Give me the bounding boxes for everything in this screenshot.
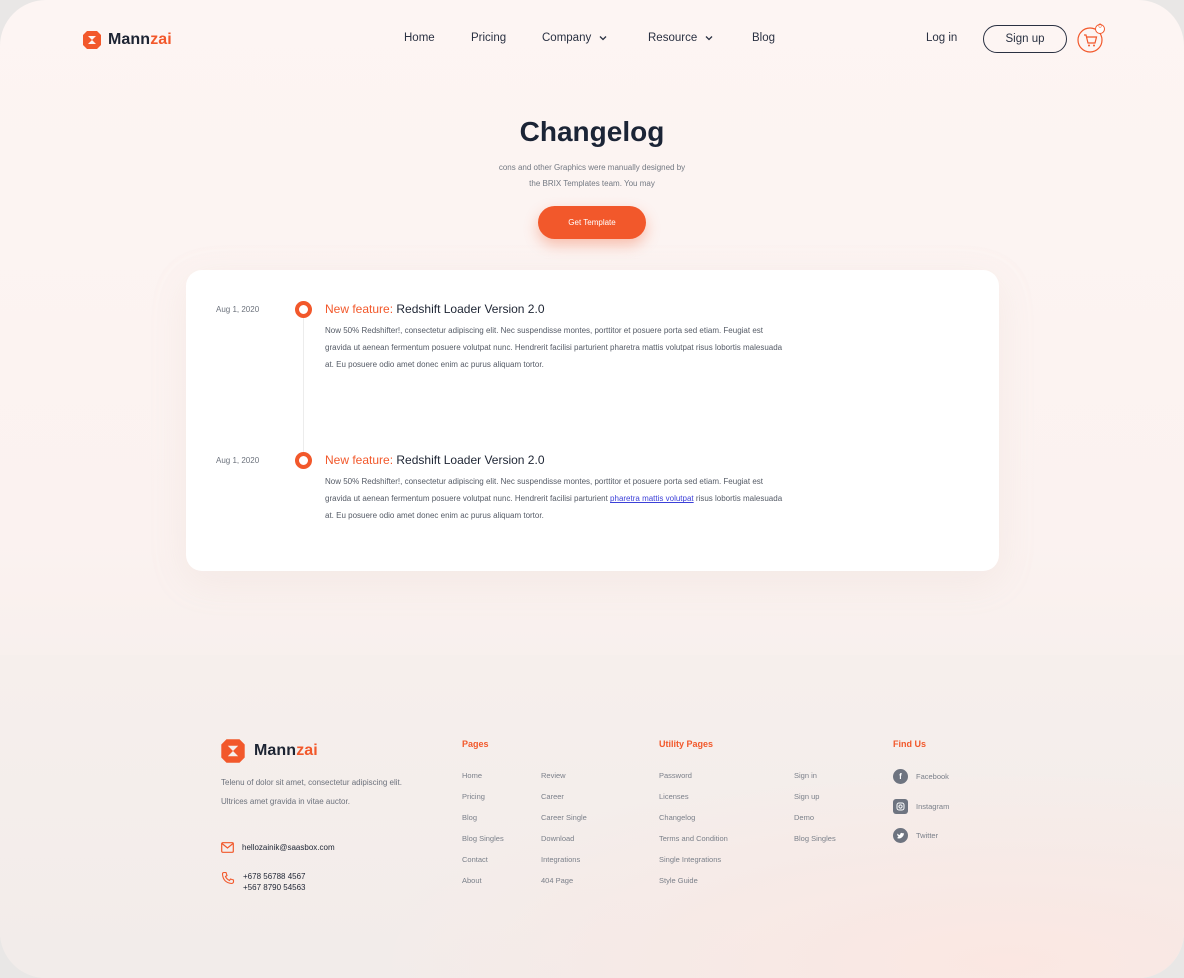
footer-link[interactable]: Sign in xyxy=(794,771,817,780)
entry-body: Now 50% Redshifter!, consectetur adipisc… xyxy=(325,326,783,370)
footer-link[interactable]: Terms and Condition xyxy=(659,834,728,843)
social-instagram[interactable]: Instagram xyxy=(893,799,949,814)
cart-button[interactable]: 0 xyxy=(1076,24,1106,54)
brand-logo[interactable]: Mannzai xyxy=(82,30,172,50)
entry-date: Aug 1, 2020 xyxy=(216,456,260,465)
footer-logo[interactable]: Mannzai xyxy=(220,738,318,764)
footer-link[interactable]: Career Single xyxy=(541,813,587,822)
footer-link[interactable]: Blog xyxy=(462,813,477,822)
footer-link[interactable]: Home xyxy=(462,771,482,780)
phone-icon xyxy=(221,871,235,885)
footer-link[interactable]: Demo xyxy=(794,813,814,822)
footer-link[interactable]: Sign up xyxy=(794,792,819,801)
twitter-icon xyxy=(893,828,908,843)
footer-link[interactable]: Review xyxy=(541,771,566,780)
footer-email[interactable]: hellozainik@saasbox.com xyxy=(221,842,335,853)
footer-link[interactable]: Style Guide xyxy=(659,876,698,885)
social-twitter[interactable]: Twitter xyxy=(893,828,938,843)
nav-item-company[interactable]: Company xyxy=(542,32,607,44)
page-frame: Mannzai Home Pricing Company Resource Bl… xyxy=(0,0,1184,978)
entry-title: New feature: Redshift Loader Version 2.0 xyxy=(325,302,545,316)
login-link[interactable]: Log in xyxy=(926,32,957,44)
timeline-dot-icon xyxy=(295,301,312,318)
nav-item-pricing[interactable]: Pricing xyxy=(471,32,506,44)
logo-icon xyxy=(221,739,245,763)
facebook-icon: f xyxy=(893,769,908,784)
footer-link[interactable]: About xyxy=(462,876,482,885)
hero-subtitle: cons and other Graphics were manually de… xyxy=(498,163,686,188)
footer-description: Telenu of dolor sit amet, consectetur ad… xyxy=(221,778,402,806)
footer-link[interactable]: Download xyxy=(541,834,574,843)
entry-date: Aug 1, 2020 xyxy=(216,305,260,314)
footer-utility-title: Utility Pages xyxy=(659,739,714,749)
cart-count: 0 xyxy=(1098,24,1102,30)
footer-pages-title: Pages xyxy=(462,739,489,749)
signup-button[interactable]: Sign up xyxy=(983,25,1067,53)
entry-title: New feature: Redshift Loader Version 2.0 xyxy=(325,453,545,467)
footer-link[interactable]: Integrations xyxy=(541,855,580,864)
page-title: Changelog xyxy=(519,116,665,147)
nav-item-blog[interactable]: Blog xyxy=(752,32,775,44)
footer-link[interactable]: Changelog xyxy=(659,813,695,822)
footer-background xyxy=(0,655,1184,978)
nav-item-home[interactable]: Home xyxy=(404,32,435,44)
footer-link[interactable]: Licenses xyxy=(659,792,689,801)
social-facebook[interactable]: f Facebook xyxy=(893,769,949,784)
chevron-down-icon xyxy=(599,36,607,41)
get-template-button[interactable]: Get Template xyxy=(538,206,646,239)
logo-icon xyxy=(83,31,101,49)
footer-find-us-title: Find Us xyxy=(893,739,926,749)
footer-link[interactable]: Career xyxy=(541,792,564,801)
entry-link[interactable]: pharetra mattis volutpat xyxy=(610,494,694,503)
instagram-icon xyxy=(893,799,908,814)
nav-item-resource[interactable]: Resource xyxy=(648,32,713,44)
chevron-down-icon xyxy=(705,36,713,41)
footer-link[interactable]: Password xyxy=(659,771,692,780)
footer-phone[interactable]: +678 56788 4567 +567 8790 54563 xyxy=(221,871,306,893)
footer-link[interactable]: 404 Page xyxy=(541,876,573,885)
mail-icon xyxy=(221,842,234,853)
timeline-dot-icon xyxy=(295,452,312,469)
brand-name: Mannzai xyxy=(254,742,318,759)
footer-link[interactable]: Pricing xyxy=(462,792,485,801)
entry-body: Now 50% Redshifter!, consectetur adipisc… xyxy=(325,477,783,521)
footer-link[interactable]: Blog Singles xyxy=(794,834,836,843)
footer-link[interactable]: Contact xyxy=(462,855,488,864)
footer-link[interactable]: Single Integrations xyxy=(659,855,721,864)
brand-name: Mannzai xyxy=(108,31,172,48)
timeline-line xyxy=(303,318,304,458)
footer-link[interactable]: Blog Singles xyxy=(462,834,504,843)
